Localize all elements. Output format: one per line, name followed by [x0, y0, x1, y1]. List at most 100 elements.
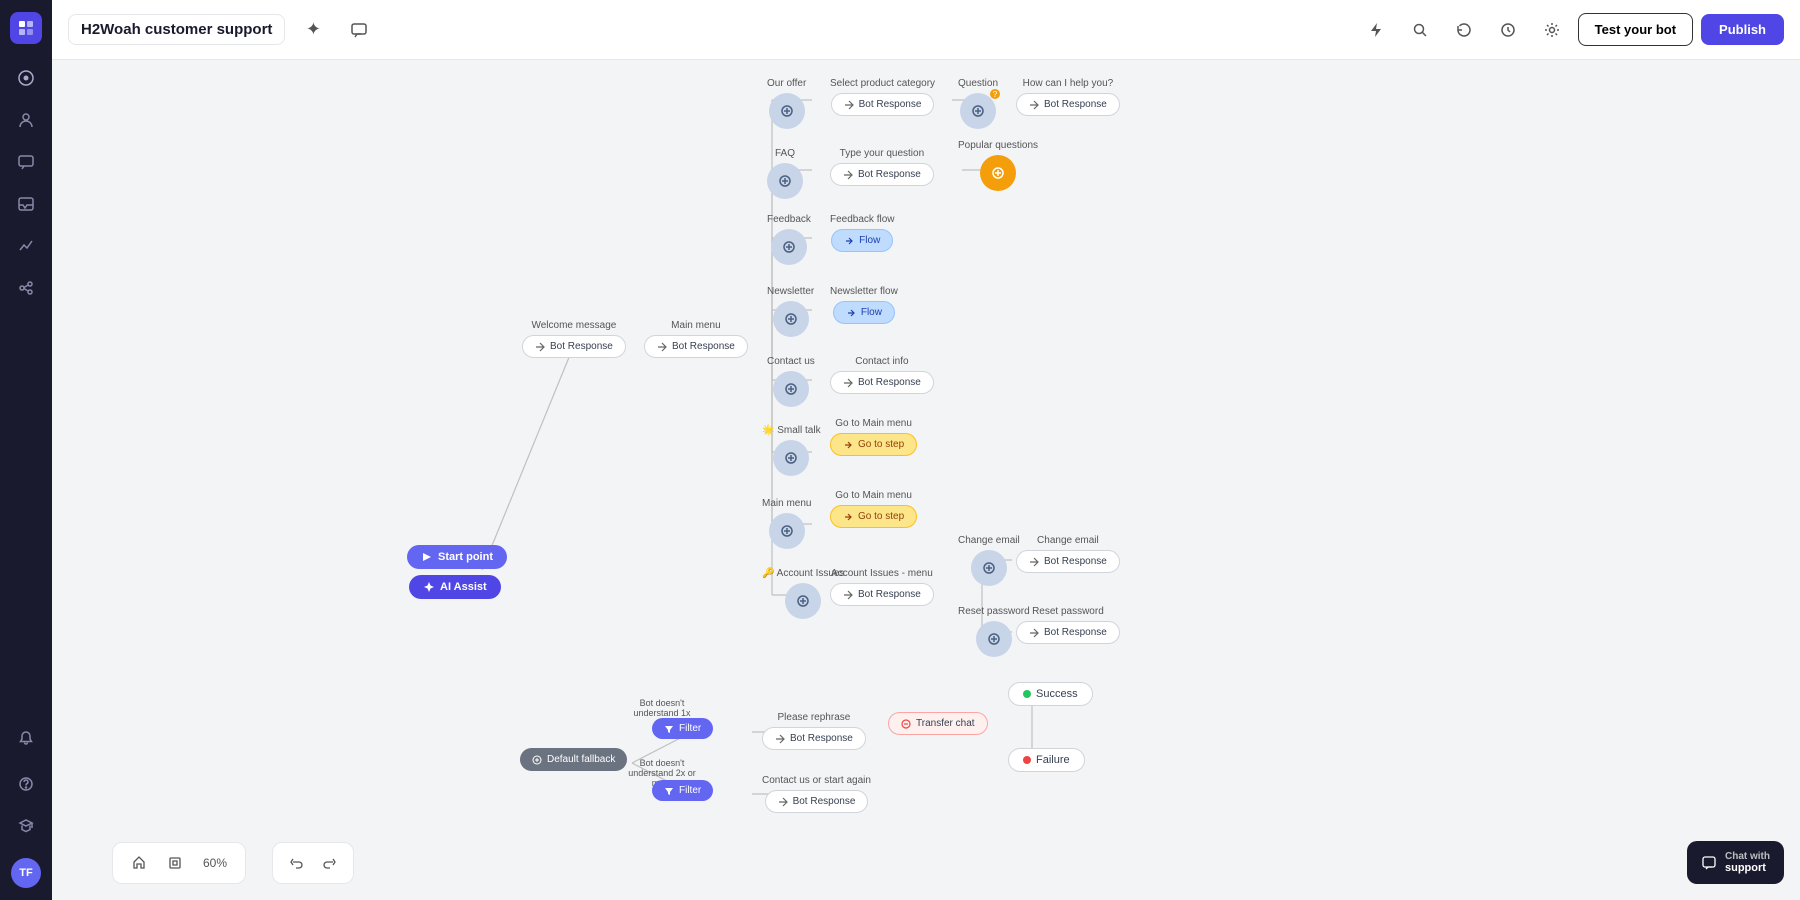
filter-1-node[interactable]: Filter: [652, 718, 713, 739]
newsletter-node[interactable]: Newsletter: [767, 286, 814, 337]
faq-node[interactable]: FAQ: [767, 148, 803, 199]
filter-2-node[interactable]: Filter: [652, 780, 713, 801]
contact-us-circle[interactable]: [773, 371, 809, 407]
our-offer-circle[interactable]: [769, 93, 805, 129]
sidebar-item-inbox[interactable]: [8, 186, 44, 222]
newsletter-flow-node[interactable]: Newsletter flow Flow: [830, 286, 898, 324]
sidebar-item-help[interactable]: [8, 766, 44, 802]
change-email-circle[interactable]: [971, 550, 1007, 586]
small-talk-node[interactable]: 🌟 Small talk: [762, 425, 821, 476]
redo-button[interactable]: [315, 849, 343, 877]
go-to-main-menu-2-pill[interactable]: Go to step: [830, 505, 917, 528]
please-rephrase-pill[interactable]: Bot Response: [762, 727, 866, 750]
ai-assist-node[interactable]: AI Assist: [409, 575, 501, 599]
account-issues-menu-pill[interactable]: Bot Response: [830, 583, 934, 606]
popular-questions-circle[interactable]: [980, 155, 1016, 191]
contact-start-again-node[interactable]: Contact us or start again Bot Response: [762, 775, 871, 813]
main-menu-2-node[interactable]: Main menu: [762, 498, 811, 549]
type-your-question-node[interactable]: Type your question Bot Response: [830, 148, 934, 186]
failure-node[interactable]: Failure: [1008, 748, 1085, 772]
popular-questions-node[interactable]: Popular questions: [958, 140, 1038, 191]
faq-circle[interactable]: [767, 163, 803, 199]
our-offer-label: Our offer: [767, 78, 806, 89]
success-node[interactable]: Success: [1008, 682, 1093, 706]
contact-info-pill[interactable]: Bot Response: [830, 371, 934, 394]
small-talk-circle[interactable]: [773, 440, 809, 476]
change-email-response-node[interactable]: Change email Bot Response: [1016, 535, 1120, 573]
go-to-main-menu-2-label: Go to Main menu: [835, 490, 912, 501]
sidebar-item-integrations[interactable]: [8, 270, 44, 306]
select-product-node[interactable]: Select product category Bot Response: [830, 78, 935, 116]
account-issues-menu-node[interactable]: Account Issues - menu Bot Response: [830, 568, 934, 606]
sidebar-avatar[interactable]: TF: [11, 858, 41, 888]
go-to-main-menu-1-node[interactable]: Go to Main menu Go to step: [830, 418, 917, 456]
main-menu-pill[interactable]: Bot Response: [644, 335, 748, 358]
sidebar-item-analytics[interactable]: [8, 228, 44, 264]
search-button[interactable]: [1402, 12, 1438, 48]
lightning-button[interactable]: [1358, 12, 1394, 48]
sidebar-item-dashboard[interactable]: [8, 60, 44, 96]
magic-button[interactable]: ✦: [295, 12, 331, 48]
question-node[interactable]: Question ?: [958, 78, 998, 129]
default-fallback-pill[interactable]: Default fallback: [520, 748, 627, 771]
success-badge[interactable]: Success: [1008, 682, 1093, 706]
reset-password-circle[interactable]: [976, 621, 1012, 657]
go-to-main-menu-1-pill[interactable]: Go to step: [830, 433, 917, 456]
our-offer-node[interactable]: Our offer: [767, 78, 806, 129]
main-menu-node[interactable]: Main menu Bot Response: [644, 320, 748, 358]
feedback-node[interactable]: Feedback: [767, 214, 811, 265]
welcome-message-node[interactable]: Welcome message Bot Response: [522, 320, 626, 358]
chat-with-support[interactable]: Chat with support: [1687, 841, 1784, 884]
please-rephrase-node[interactable]: Please rephrase Bot Response: [762, 712, 866, 750]
welcome-message-pill[interactable]: Bot Response: [522, 335, 626, 358]
start-point-pill[interactable]: Start point: [407, 545, 507, 569]
default-fallback-node[interactable]: Default fallback: [520, 748, 627, 771]
contact-start-again-pill[interactable]: Bot Response: [765, 790, 869, 813]
failure-badge[interactable]: Failure: [1008, 748, 1085, 772]
header-right: Test your bot Publish: [1358, 12, 1784, 48]
contact-info-node[interactable]: Contact info Bot Response: [830, 356, 934, 394]
filter-2-pill[interactable]: Filter: [652, 780, 713, 801]
publish-button[interactable]: Publish: [1701, 14, 1784, 45]
sidebar-item-users[interactable]: [8, 102, 44, 138]
sidebar-item-chat[interactable]: [8, 144, 44, 180]
newsletter-circle[interactable]: [773, 301, 809, 337]
refresh-button[interactable]: [1446, 12, 1482, 48]
chat-button[interactable]: [341, 12, 377, 48]
go-to-main-menu-2-node[interactable]: Go to Main menu Go to step: [830, 490, 917, 528]
transfer-chat-pill[interactable]: Transfer chat: [888, 712, 988, 735]
account-issues-circle[interactable]: [785, 583, 821, 619]
ai-assist-pill[interactable]: AI Assist: [409, 575, 501, 599]
main-menu-2-circle[interactable]: [769, 513, 805, 549]
change-email-node[interactable]: Change email: [958, 535, 1020, 586]
select-product-pill[interactable]: Bot Response: [831, 93, 935, 116]
how-can-i-help-pill[interactable]: Bot Response: [1016, 93, 1120, 116]
home-button[interactable]: [125, 849, 153, 877]
feedback-flow-node[interactable]: Feedback flow Flow: [830, 214, 894, 252]
newsletter-flow-pill[interactable]: Flow: [833, 301, 895, 324]
start-point-node[interactable]: Start point: [407, 545, 507, 569]
feedback-flow-pill[interactable]: Flow: [831, 229, 893, 252]
zoom-level: 60%: [197, 856, 233, 870]
welcome-message-label: Welcome message: [531, 320, 616, 331]
history-button[interactable]: [1490, 12, 1526, 48]
filter-1-pill[interactable]: Filter: [652, 718, 713, 739]
canvas: Start point AI Assist Welcome message Bo…: [52, 60, 1800, 900]
sidebar-item-bell[interactable]: [8, 720, 44, 756]
settings-button[interactable]: [1534, 12, 1570, 48]
reset-password-response-pill[interactable]: Bot Response: [1016, 621, 1120, 644]
feedback-circle[interactable]: [771, 229, 807, 265]
fit-view-button[interactable]: [161, 849, 189, 877]
undo-button[interactable]: [283, 849, 311, 877]
sidebar-item-learn[interactable]: [8, 808, 44, 844]
how-can-i-help-node[interactable]: How can I help you? Bot Response: [1016, 78, 1120, 116]
test-your-bot-button[interactable]: Test your bot: [1578, 13, 1693, 46]
header-title: H2Woah customer support: [68, 14, 285, 45]
reset-password-response-node[interactable]: Reset password Bot Response: [1016, 606, 1120, 644]
contact-us-node[interactable]: Contact us: [767, 356, 815, 407]
faq-label: FAQ: [775, 148, 795, 159]
question-circle[interactable]: ?: [960, 93, 996, 129]
transfer-chat-node[interactable]: Transfer chat: [888, 712, 988, 735]
change-email-response-pill[interactable]: Bot Response: [1016, 550, 1120, 573]
type-your-question-pill[interactable]: Bot Response: [830, 163, 934, 186]
